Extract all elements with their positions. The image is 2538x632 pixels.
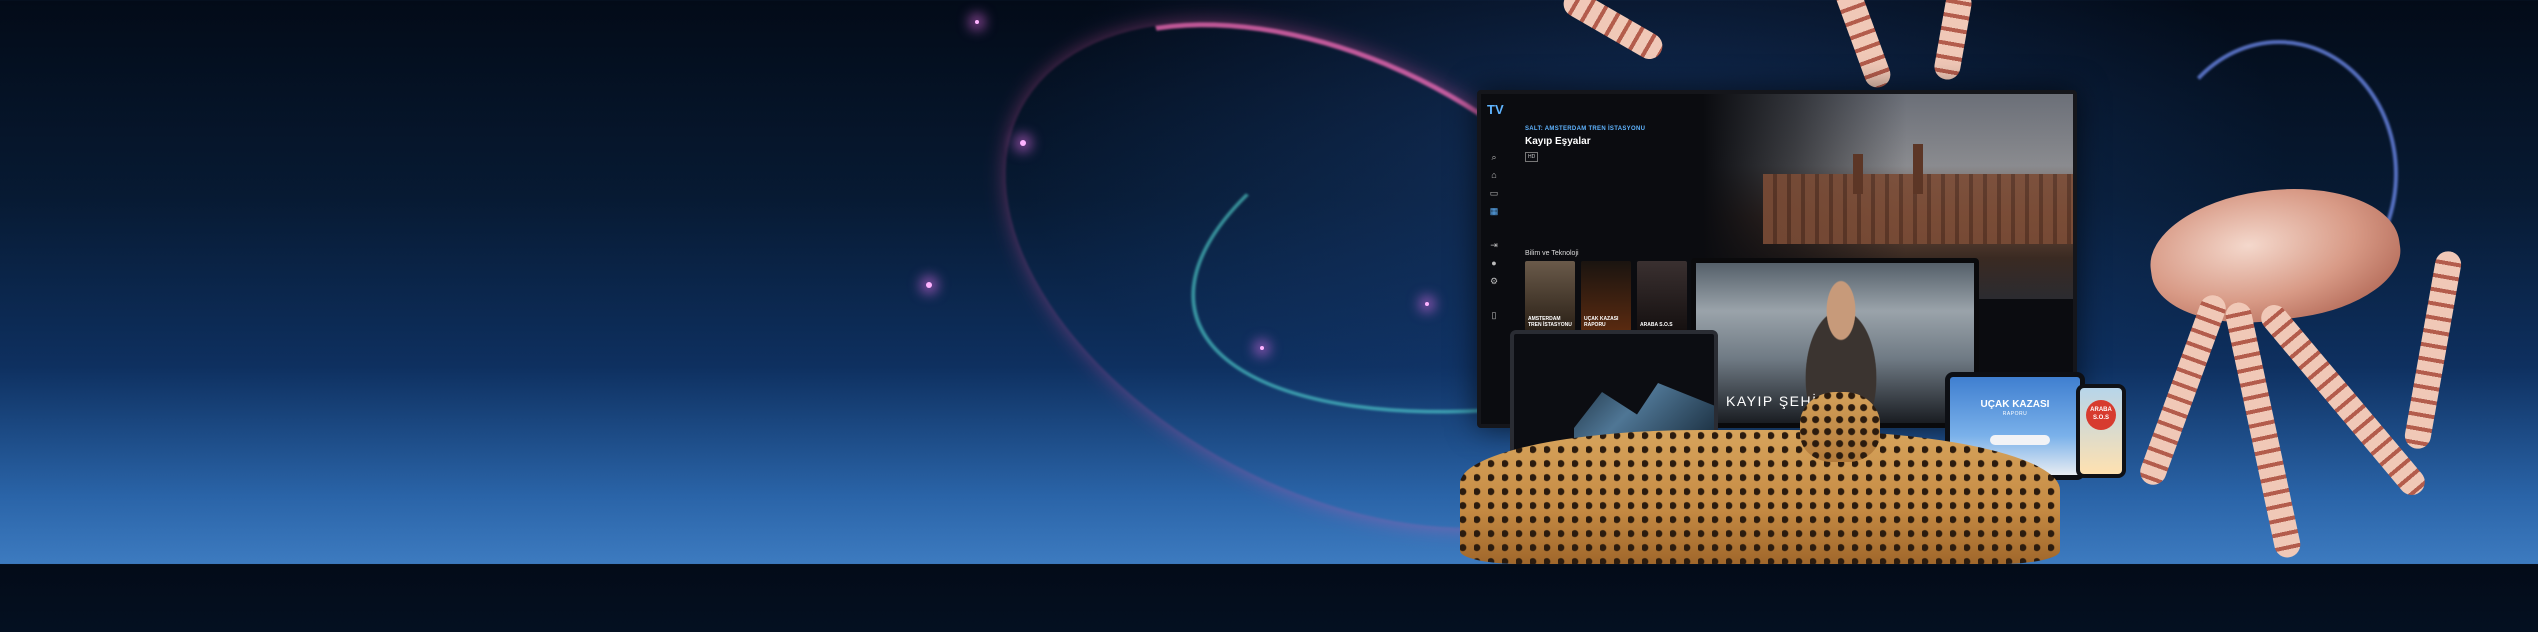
hero-kicker: SALT: AMSTERDAM TREN İSTASYONU [1525,126,1646,132]
logout-icon[interactable]: ⇥ [1489,240,1499,250]
leopard-body [1460,430,2060,564]
search-icon[interactable]: ⌕ [1489,152,1499,162]
thumbnail-label: UÇAK KAZASI RAPORU [1584,316,1619,328]
spark [1260,346,1264,350]
hero-title[interactable]: Kayıp Eşyalar [1525,136,1591,147]
octopus-tentacle [2136,291,2230,489]
thumbnail-card[interactable]: UÇAK KAZASI RAPORU [1581,261,1631,331]
bell-icon[interactable]: ● [1489,258,1499,268]
spark [1020,140,1026,146]
thumbnail-label: ARABA S.O.S [1640,322,1673,328]
settings-icon[interactable]: ⚙ [1489,276,1499,286]
tablet-subtitle: RAPORU [2002,411,2028,417]
spark [926,282,932,288]
octopus-tentacle [1932,0,1974,82]
tv-icon[interactable]: ▭ [1489,188,1499,198]
phone-screen: ARABA S.O.S [2076,384,2126,478]
spark [975,20,979,24]
tv-sidebar: TV ⌕ ⌂ ▭ ▦ ⇥ ● ⚙ ▯ [1481,94,1509,424]
tablet-title: UÇAK KAZASI [1980,399,2050,410]
octopus-tentacle [1558,0,1668,64]
hero-tower [1913,144,1923,194]
book-icon[interactable]: ▯ [1489,310,1499,320]
octopus-tentacle [2402,249,2464,451]
thumbnail-card[interactable]: ARABA S.O.S [1637,261,1687,331]
spark [1425,302,1429,306]
phone-badge: ARABA S.O.S [2086,400,2116,430]
thumbnail-card[interactable]: AMSTERDAM TREN İSTASYONU [1525,261,1575,331]
plane-image [1990,435,2050,445]
hd-badge: HD [1525,152,1539,162]
leopard-head [1800,392,1880,462]
home-icon[interactable]: ⌂ [1489,170,1499,180]
hero-tower [1853,154,1863,194]
thumbnail-label: AMSTERDAM TREN İSTASYONU [1528,316,1572,328]
tv-logo: TV [1487,102,1504,117]
section-title: Bilim ve Teknoloji [1525,250,1579,257]
octopus-tentacle [1831,0,1895,92]
grid-icon[interactable]: ▦ [1489,206,1499,216]
